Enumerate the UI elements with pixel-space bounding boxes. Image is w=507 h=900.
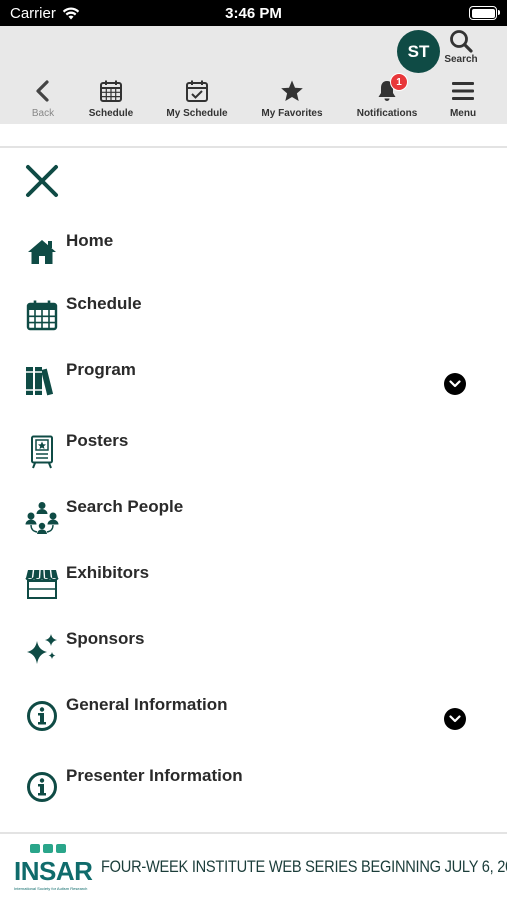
calendar-check-icon [186,80,208,102]
sparkles-icon [27,634,57,664]
insar-logo: INSAR International Society for Autism R… [14,844,94,894]
my-schedule-label: My Schedule [166,108,228,119]
chevron-left-icon [36,80,49,102]
back-label: Back [31,108,55,119]
expand-general-information-button[interactable] [444,708,466,730]
info-icon [27,772,57,802]
info-icon [27,701,57,731]
battery-icon [469,6,500,20]
hamburger-icon [452,82,474,100]
menu-item-label: Schedule [66,294,142,313]
search-button[interactable]: Search [440,28,482,72]
menu-item-label: Posters [66,431,129,450]
toolbar-notifications[interactable]: 1 Notifications [347,73,427,122]
app-header: ST Search Back Schedule My Schedule My F… [0,26,507,124]
header-divider [0,124,507,148]
toolbar-schedule[interactable]: Schedule [71,78,151,122]
books-icon [26,367,54,396]
banner-text: FOUR-WEEK INSTITUTE WEB SERIES BEGINNING… [101,857,507,876]
menu-item-general-information[interactable]: General Information [24,695,484,748]
menu-label: Menu [449,108,477,119]
storefront-icon [25,569,59,599]
menu-item-presenter-information[interactable]: Presenter Information [24,766,484,819]
user-avatar[interactable]: ST [397,30,440,73]
menu-item-label: Program [66,360,136,379]
notification-badge: 1 [390,73,408,91]
schedule-label: Schedule [88,108,134,119]
calendar-icon [26,300,58,331]
menu-item-search-people[interactable]: Search People [24,497,484,550]
menu-item-label: Home [66,231,114,250]
logo-subtext: International Society for Autism Researc… [14,886,88,891]
clock: 3:46 PM [225,5,282,22]
menu-item-program[interactable]: Program [24,360,484,413]
search-label: Search [444,54,478,65]
close-icon [26,165,58,197]
chevron-down-icon [449,715,461,723]
search-icon [450,30,473,53]
menu-item-sponsors[interactable]: Sponsors [24,629,484,682]
toolbar-menu[interactable]: Menu [423,78,503,122]
menu-item-label: General Information [66,695,228,714]
menu-item-home[interactable]: Home [24,231,484,284]
menu-item-schedule[interactable]: Schedule [24,294,484,347]
status-bar: Carrier 3:46 PM [0,0,507,26]
toolbar-my-schedule[interactable]: My Schedule [157,78,237,122]
my-favorites-label: My Favorites [261,108,323,119]
menu-item-label: Search People [66,497,184,516]
menu-item-label: Presenter Information [66,766,243,785]
people-network-icon [25,502,59,534]
menu-item-label: Sponsors [66,629,145,648]
menu-item-posters[interactable]: Posters [24,431,484,484]
expand-program-button[interactable] [444,373,466,395]
poster-icon [31,435,53,469]
notifications-label: Notifications [356,108,418,119]
star-icon [281,80,303,101]
logo-marks [30,844,66,853]
home-icon [28,240,56,264]
menu-item-label: Exhibitors [66,563,150,582]
calendar-icon [100,80,122,102]
close-menu-button[interactable] [24,163,60,199]
logo-text: INSAR [14,856,93,886]
toolbar-my-favorites[interactable]: My Favorites [252,78,332,122]
chevron-down-icon [449,380,461,388]
menu-item-exhibitors[interactable]: Exhibitors [24,563,484,616]
ad-banner[interactable]: INSAR International Society for Autism R… [0,832,507,900]
